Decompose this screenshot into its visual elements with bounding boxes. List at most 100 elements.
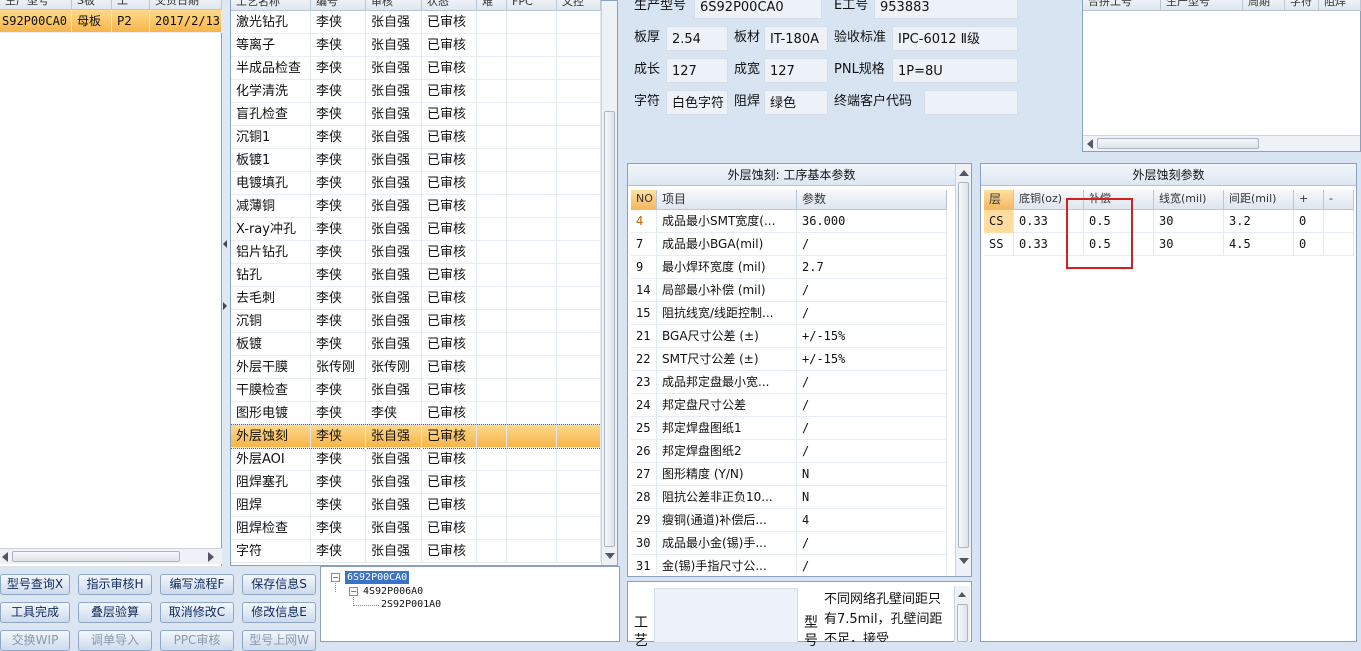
process-row[interactable]: X-ray冲孔 李侠 张自强 已审核 <box>231 218 601 241</box>
tree-node-root[interactable]: 6S92P00CA0 <box>345 571 410 584</box>
process-header-difficulty[interactable]: 难 <box>477 0 507 11</box>
param-row[interactable]: 21 BGA尺寸公差 (±) +/-15% <box>631 325 947 348</box>
combine-header-model[interactable]: 生产型号 <box>1161 0 1243 11</box>
combine-header-mask[interactable]: 阻焊 <box>1319 0 1361 11</box>
combine-grid-hscroll[interactable] <box>1083 135 1360 151</box>
process-grid-vscroll-thumb[interactable] <box>604 111 615 547</box>
model-grid-header-board[interactable]: S板 <box>72 0 112 10</box>
etch-header-linewidth[interactable]: 线宽(mil) <box>1154 190 1224 210</box>
process-row[interactable]: 阻焊 李侠 张自强 已审核 <box>231 494 601 517</box>
params-header-no[interactable]: NO <box>631 190 657 210</box>
order-import-button[interactable]: 调单导入 <box>78 630 152 651</box>
process-row[interactable]: 盲孔检查 李侠 张自强 已审核 <box>231 103 601 126</box>
customer-field[interactable] <box>924 90 1018 115</box>
process-row[interactable]: 图形电镀 李侠 李侠 已审核 <box>231 402 601 425</box>
scroll-up-arrow-icon[interactable] <box>958 592 966 597</box>
param-row[interactable]: 15 阻抗线宽/线距控制... / <box>631 302 947 325</box>
params-header-value[interactable]: 参数 <box>797 190 947 210</box>
param-row[interactable]: 24 邦定盘尺寸公差 / <box>631 394 947 417</box>
param-row[interactable]: 27 图形精度 (Y/N) N <box>631 463 947 486</box>
combine-grid-hscroll-thumb[interactable] <box>1097 138 1259 149</box>
etch-row[interactable]: SS 0.33 0.5 30 4.5 0 <box>984 233 1354 256</box>
etch-header-layer[interactable]: 层 <box>984 190 1014 210</box>
process-header-no[interactable]: 编号 <box>311 0 366 11</box>
instruction-review-button[interactable]: 指示审核H <box>78 574 152 595</box>
note-vscroll-thumb[interactable] <box>957 604 968 642</box>
model-grid-header-model[interactable]: 生产型号 <box>0 0 72 10</box>
model-upload-button[interactable]: 型号上网W <box>242 630 316 651</box>
char-field[interactable]: 白色字符 <box>666 90 728 115</box>
exchange-wip-button[interactable]: 交换WIP <box>0 630 70 651</box>
param-row[interactable]: 22 SMT尺寸公差 (±) +/-15% <box>631 348 947 371</box>
scroll-left-arrow-icon[interactable] <box>1087 139 1093 149</box>
length-field[interactable]: 127 <box>666 58 728 83</box>
width-field[interactable]: 127 <box>764 58 828 83</box>
process-row[interactable]: 钻孔 李侠 张自强 已审核 <box>231 264 601 287</box>
splitter-handle[interactable] <box>222 0 230 566</box>
param-row[interactable]: 14 局部最小补偿 (mil) / <box>631 279 947 302</box>
param-row[interactable]: 23 成品邦定盘最小宽... / <box>631 371 947 394</box>
scroll-down-arrow-icon[interactable] <box>605 553 615 559</box>
tree-collapse-icon[interactable]: − <box>331 573 340 582</box>
cancel-edit-button[interactable]: 取消修改C <box>160 602 234 623</box>
combine-header-char[interactable]: 字符 <box>1285 0 1319 11</box>
material-field[interactable]: IT-180A <box>764 26 828 51</box>
process-row[interactable]: 电镀填孔 李侠 张自强 已审核 <box>231 172 601 195</box>
process-row[interactable]: 板镀1 李侠 张自强 已审核 <box>231 149 601 172</box>
save-info-button[interactable]: 保存信息S <box>242 574 316 595</box>
combine-header-cycle[interactable]: 周期 <box>1243 0 1285 11</box>
scroll-down-arrow-icon[interactable] <box>959 558 969 564</box>
etch-row[interactable]: CS 0.33 0.5 30 3.2 0 <box>984 210 1354 233</box>
etch-header-plus[interactable]: + <box>1294 190 1324 210</box>
process-header-fpc[interactable]: FPC <box>507 0 557 11</box>
process-row[interactable]: 外层干膜 张传刚 张传刚 已审核 <box>231 356 601 379</box>
model-grid-hscroll-thumb[interactable] <box>12 551 180 562</box>
pnl-field[interactable]: 1P=8U <box>892 58 1018 83</box>
process-row[interactable]: 半成品检查 李侠 张自强 已审核 <box>231 57 601 80</box>
process-row[interactable]: 等离子 李侠 张自强 已审核 <box>231 34 601 57</box>
edit-info-button[interactable]: 修改信息E <box>242 602 316 623</box>
process-row[interactable]: 激光钻孔 李侠 张自强 已审核 <box>231 11 601 34</box>
process-row[interactable]: 去毛刺 李侠 张自强 已审核 <box>231 287 601 310</box>
process-row[interactable]: 字符 李侠 张自强 已审核 <box>231 540 601 563</box>
etch-header-spacing[interactable]: 间距(mil) <box>1224 190 1294 210</box>
model-grid-header-date[interactable]: 交货日期 <box>150 0 222 10</box>
param-row[interactable]: 29 瘦铜(通道)补偿后... 4 <box>631 509 947 532</box>
params-vscroll-thumb[interactable] <box>958 182 969 548</box>
process-header-review[interactable]: 审核 <box>366 0 422 11</box>
param-row[interactable]: 7 成品最小BGA(mil) / <box>631 233 947 256</box>
eno-field[interactable]: 953883 <box>874 0 1018 19</box>
param-row[interactable]: 31 金(锡)手指尺寸公... / <box>631 555 947 574</box>
param-row[interactable]: 26 邦定焊盘图纸2/ <box>631 440 947 463</box>
etch-header-minus[interactable]: - <box>1324 190 1354 210</box>
scroll-right-arrow-icon[interactable] <box>208 552 214 562</box>
process-row[interactable]: 沉铜1 李侠 张自强 已审核 <box>231 126 601 149</box>
scroll-left-arrow-icon[interactable] <box>2 552 8 562</box>
process-row[interactable]: 化学清洗 李侠 张自强 已审核 <box>231 80 601 103</box>
param-row[interactable]: 28 阻抗公差非正负10... N <box>631 486 947 509</box>
model-grid-row[interactable]: S92P00CA0 母板 P2 2017/2/13 <box>0 10 222 33</box>
params-header-item[interactable]: 项目 <box>657 190 797 210</box>
stackup-check-button[interactable]: 叠层验算 <box>78 602 152 623</box>
process-row[interactable]: 减薄铜 李侠 张自强 已审核 <box>231 195 601 218</box>
ppc-review-button[interactable]: PPC审核 <box>160 630 234 651</box>
process-row[interactable]: 阻焊检查 李侠 张自强 已审核 <box>231 517 601 540</box>
params-vscroll[interactable] <box>955 164 971 576</box>
model-query-button[interactable]: 型号查询X <box>0 574 70 595</box>
process-row[interactable]: 沉铜 李侠 张自强 已审核 <box>231 310 601 333</box>
process-grid-vscroll[interactable] <box>601 1 617 565</box>
tree-node-grandchild[interactable]: 2S92P001A0 <box>381 598 441 611</box>
model-note-text[interactable]: 不同网络孔壁间距只有7.5mil，孔壁间距不足，接受 <box>824 590 946 642</box>
param-row[interactable]: 9 最小焊环宽度 (mil) 2.7 <box>631 256 947 279</box>
combine-header-job[interactable]: 合拼工号 <box>1083 0 1161 11</box>
process-row[interactable]: 干膜检查 李侠 张自强 已审核 <box>231 379 601 402</box>
model-grid-header-code[interactable]: 工 <box>112 0 150 10</box>
process-row[interactable]: 外层蚀刻 李侠 张自强 已审核 <box>231 424 601 449</box>
mask-field[interactable]: 绿色 <box>764 90 828 115</box>
model-field[interactable]: 6S92P00CA0 <box>694 0 822 19</box>
note-vscroll[interactable] <box>954 586 970 642</box>
param-row[interactable]: 4 成品最小SMT宽度(... 36.000 <box>631 210 947 233</box>
process-row[interactable]: 阻焊塞孔 李侠 张自强 已审核 <box>231 471 601 494</box>
tree-node-child[interactable]: 4S92P006A0 <box>363 585 423 598</box>
tree-collapse-icon[interactable]: − <box>349 587 358 596</box>
